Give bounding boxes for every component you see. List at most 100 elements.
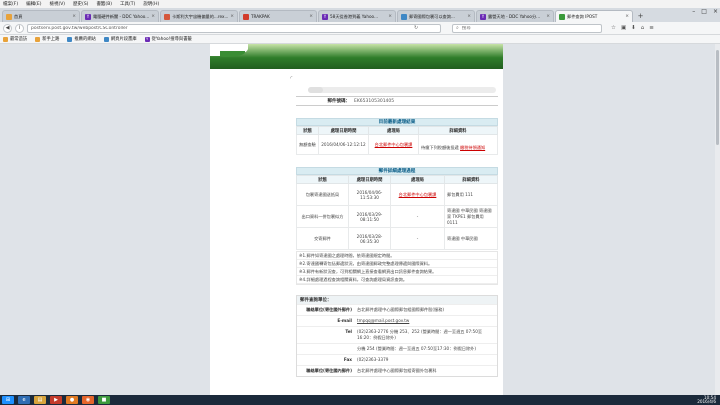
history-table: 狀態 處理日期時間 處理局 詳細資料 包裹寄達國送抵局 2016/04/06-11… <box>296 175 498 250</box>
reload-icon[interactable]: ↻ <box>414 25 418 31</box>
browser-tab[interactable]: 卡斯利大宇宙機偏量的...rex... × <box>160 10 238 22</box>
tab-title: 郵寄國際包裹可以查詢... <box>409 13 455 19</box>
current-status-title: 目前最新處理結果 <box>296 118 498 126</box>
system-clock[interactable]: 10:54 2016/4/6 <box>697 395 716 404</box>
status-cell: 包裹寄達國送抵局 <box>296 183 349 206</box>
maximize-icon[interactable]: □ <box>701 8 707 15</box>
table-row: 無額查驗 2016/04/06-12:12:12 台北郵件中心包裹課 待繳下列稅… <box>296 134 498 155</box>
tab-title: 卡斯利大宇宙機偏量的...rex... <box>172 13 229 19</box>
bookmark-item[interactable]: Y 從Yahoo!搜尋與書籤 <box>144 36 192 42</box>
minimize-icon[interactable]: – <box>692 8 695 15</box>
detail-text: 待繳下列稅額後投遞 <box>421 145 461 150</box>
tab-title: 58天從香港到義 Yahoo... <box>330 13 379 19</box>
col-detail: 詳細資料 <box>418 126 498 135</box>
bookmark-item[interactable]: 最常造訪 <box>3 36 27 42</box>
browser-tab[interactable]: Y 電腦硬件新聞 - DDC Yahoo... × <box>81 10 159 22</box>
contact-value: (02)2363-2776 分機 253、252 (營業時間：週一至週五 07:… <box>357 329 483 340</box>
table-row: 包裹寄達國送抵局 2016/04/06-11:53:30 台北郵件中心包裹課 郵包費用… <box>296 183 498 206</box>
current-status-table: 狀態 處理日期時間 處理局 詳細資料 無額查驗 2016/04/06-12:12… <box>296 126 498 155</box>
close-tab-icon[interactable]: × <box>625 14 629 19</box>
browser-tab[interactable]: 郵寄國際包裹可以查詢... × <box>397 10 475 22</box>
office-cell: - <box>390 227 445 250</box>
menu-item[interactable]: 編輯(E) <box>26 1 41 7</box>
home-icon[interactable]: ⌂ <box>641 25 645 31</box>
close-tab-icon[interactable]: × <box>72 14 76 19</box>
tab-favicon-icon: Y <box>85 13 91 20</box>
close-tab-icon[interactable]: × <box>309 14 313 19</box>
tab-title: 電腦硬件新聞 - DDC Yahoo... <box>93 13 150 19</box>
tab-title: 露營天地 - DDC Yahoo分... <box>488 13 541 19</box>
app-green-icon[interactable]: ■ <box>98 396 110 404</box>
menu-item[interactable]: 說明(H) <box>143 1 159 7</box>
search-bar[interactable]: ⌕ <box>452 23 602 33</box>
back-button[interactable]: ◀ <box>3 23 12 33</box>
navigation-bar: ◀ i ↻ ⌕ ☆ ▣ ⬇ ⌂ ≡ <box>0 22 720 35</box>
close-tab-icon[interactable]: × <box>546 14 550 19</box>
windows-start-icon[interactable]: ⊞ <box>2 396 14 404</box>
media-icon[interactable]: ▶ <box>50 396 62 404</box>
email-link[interactable]: tmpqq@mail.post.gov.tw <box>355 316 497 326</box>
datetime-cell: 2016/04/06-12:12:12 <box>318 134 369 155</box>
clipboard-icon[interactable]: ▣ <box>621 25 626 31</box>
tab-favicon-icon <box>401 13 407 20</box>
bookmark-icon: Y <box>144 36 150 42</box>
col-datetime: 處理日期時間 <box>348 175 391 184</box>
contact-row: 分機 254 (營業時間：週一至週五 07:50至17:30：例假日除外) <box>297 343 497 354</box>
bookmark-item[interactable]: 網頁片段畫庫 <box>103 36 137 42</box>
bookmark-icon <box>3 36 8 42</box>
firefox-icon[interactable]: ◉ <box>82 396 94 404</box>
page-viewport: ◜ 郵件號碼： EK653105301405 目前最新處理結果 狀態 處理日期時… <box>0 44 720 395</box>
menu-item[interactable]: 書籤(B) <box>96 1 112 7</box>
browser-tab[interactable]: Y 58天從香港到義 Yahoo... × <box>318 10 396 22</box>
close-tab-icon[interactable]: × <box>467 14 471 19</box>
datetime-cell: 2016/03/29-08:11:50 <box>348 205 391 228</box>
browser-tab[interactable]: 首頁 × <box>2 10 80 22</box>
office-link[interactable]: 台北郵件中心包裹課 <box>399 192 437 197</box>
contact-title: 郵件查詢單位： <box>297 296 497 304</box>
contact-key: 聯絡單位(寄往國外郵件) <box>306 307 352 312</box>
detail-cell: 郵包費用 111 <box>444 183 498 206</box>
contact-key: Fax <box>343 357 352 362</box>
search-input[interactable] <box>461 25 582 31</box>
scrollbar-thumb[interactable] <box>716 50 719 145</box>
close-tab-icon[interactable]: × <box>151 14 155 19</box>
app-orange-icon[interactable]: ● <box>66 396 78 404</box>
bookmark-item[interactable]: 推薦的網站 <box>67 36 96 42</box>
bookmark-label: 最常造訪 <box>10 37 28 42</box>
bookmark-item[interactable]: 新手上路 <box>35 36 59 42</box>
bookmark-label: 推薦的網站 <box>74 37 96 42</box>
page-scrollbar[interactable] <box>715 44 720 395</box>
browser-tab[interactable]: Y 露營天地 - DDC Yahoo分... × <box>476 10 554 22</box>
address-bar[interactable]: ↻ <box>27 23 441 33</box>
url-input[interactable] <box>31 25 411 31</box>
clock-date: 2016/4/6 <box>697 399 716 404</box>
menu-item[interactable]: 工具(T) <box>120 1 135 7</box>
explorer-icon[interactable]: ▤ <box>34 396 46 404</box>
loading-icon: ◜ <box>290 75 293 82</box>
browser-tab[interactable]: TRAKPAK × <box>239 10 317 22</box>
contact-value: (02)2363-3379 <box>357 357 389 362</box>
banner-leaf-decoration <box>220 51 245 57</box>
office-link[interactable]: 台北郵件中心包裹課 <box>375 142 413 147</box>
bookmark-icon <box>103 36 109 42</box>
ie-icon[interactable]: e <box>18 396 30 404</box>
menu-item[interactable]: 檢視(V) <box>49 1 65 7</box>
note-item: ※4.詳細處理過程查詢相關資料，可查詢處理局資訊查詢。 <box>297 276 497 284</box>
browser-tab[interactable]: 郵件查詢 IPOST × <box>555 10 633 22</box>
tax-notice-link[interactable]: 繳稅待領通知 <box>460 145 485 150</box>
col-status: 狀態 <box>296 126 319 135</box>
contact-key: E-mail <box>337 318 352 323</box>
menu-icon[interactable]: ≡ <box>649 25 654 31</box>
close-tab-icon[interactable]: × <box>230 14 234 19</box>
office-cell: 台北郵件中心包裹課 <box>368 134 419 155</box>
table-header-row: 狀態 處理日期時間 處理局 詳細資料 <box>296 175 498 184</box>
menu-item[interactable]: 歷史(S) <box>73 1 88 7</box>
download-icon[interactable]: ⬇ <box>631 25 636 31</box>
close-tab-icon[interactable]: × <box>388 14 392 19</box>
menu-item[interactable]: 檔案(F) <box>3 1 18 7</box>
star-icon[interactable]: ☆ <box>611 25 616 31</box>
new-tab-button[interactable]: + <box>636 12 645 21</box>
info-icon[interactable]: i <box>15 23 24 33</box>
close-window-icon[interactable]: × <box>713 8 718 15</box>
note-item: ※2.寄達國轉寄包括郵遞狀況，由寄達國郵政完整處理傳遞與國際資料。 <box>297 260 497 268</box>
